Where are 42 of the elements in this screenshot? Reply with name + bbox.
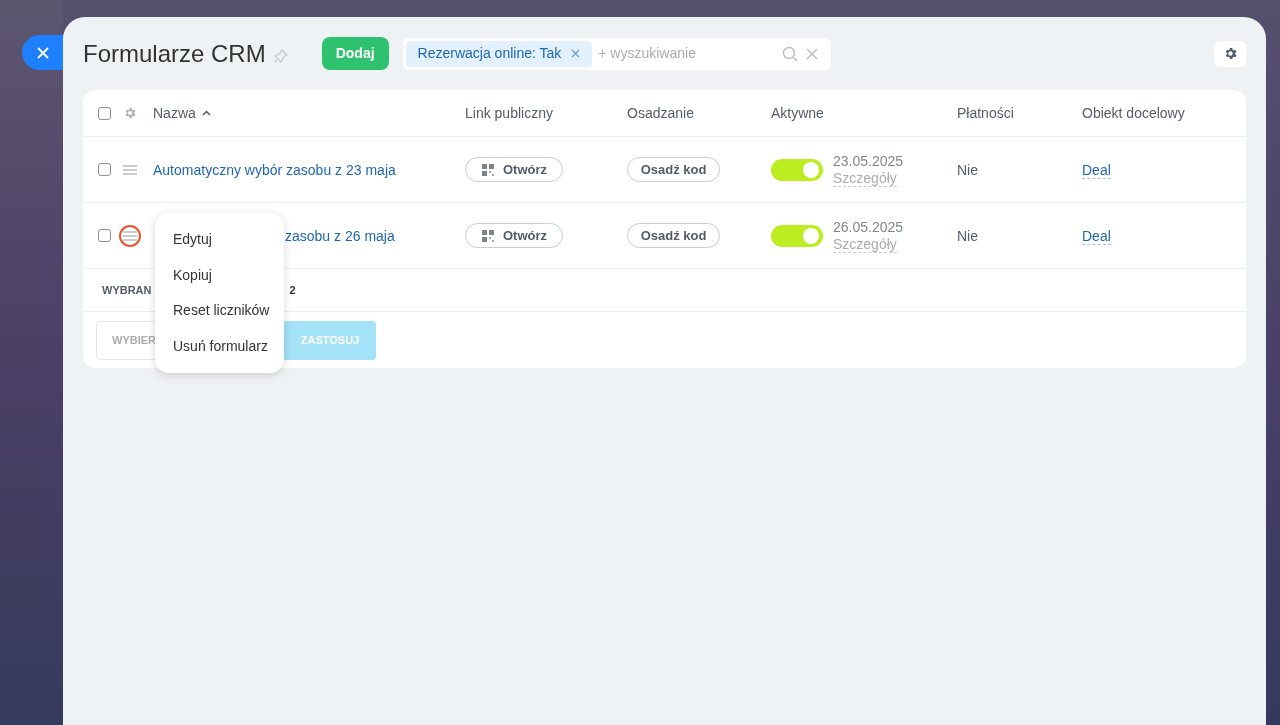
menu-icon <box>123 164 137 175</box>
checkbox[interactable] <box>98 229 111 242</box>
menu-item[interactable]: Reset liczników <box>155 293 284 329</box>
column-header[interactable]: Nazwa <box>153 102 196 124</box>
settings-icon <box>123 106 137 120</box>
column-header[interactable]: Obiekt docelowy <box>1082 105 1185 121</box>
filter-chip-label: Rezerwacja online: Tak <box>417 44 562 63</box>
date-text: 26.05.2025 <box>833 218 904 236</box>
checkbox[interactable] <box>98 163 111 176</box>
menu-item[interactable]: Kopiuj <box>155 257 284 293</box>
search-icon[interactable] <box>781 45 798 62</box>
toggle-switch[interactable] <box>771 224 823 247</box>
sort-ascending-icon[interactable] <box>201 110 211 116</box>
toggle-switch[interactable] <box>771 158 823 181</box>
column-header[interactable]: Osadzanie <box>627 105 694 121</box>
column-header[interactable]: Aktywne <box>771 105 824 121</box>
column-header[interactable]: Płatności <box>957 105 1014 121</box>
selected-count: 2 <box>289 282 296 298</box>
target-link[interactable]: Deal <box>1082 227 1111 245</box>
target-link[interactable]: Deal <box>1082 161 1111 179</box>
filter-chip[interactable]: Rezerwacja online: Tak <box>405 40 593 67</box>
date-text: 23.05.2025 <box>833 152 904 170</box>
checkbox[interactable] <box>98 106 111 120</box>
page-title: Formularze CRM <box>83 38 266 69</box>
payments-text: Nie <box>957 227 978 244</box>
menu-item[interactable]: Usuń formularz <box>155 328 284 364</box>
qr-code-icon <box>480 228 495 243</box>
menu-item[interactable]: Edytuj <box>155 222 284 258</box>
form-name-link[interactable]: Automatyczny wybór zasobu z 23 maja <box>153 161 396 178</box>
column-header[interactable]: Link publiczny <box>465 105 553 121</box>
search-field[interactable]: Rezerwacja online: Tak + wyszukiwanie <box>402 37 831 70</box>
form-name-link[interactable]: zasobu z 26 maja <box>285 227 395 244</box>
close-button[interactable] <box>22 35 64 70</box>
qr-code-icon <box>480 162 495 177</box>
clear-icon[interactable] <box>805 47 818 60</box>
settings-button[interactable] <box>1214 40 1246 67</box>
payments-text: Nie <box>957 161 978 178</box>
menu-button[interactable] <box>119 224 141 247</box>
remove-icon[interactable] <box>571 49 581 58</box>
selected-label: WYBRAN <box>102 282 152 298</box>
menu-icon <box>123 230 137 241</box>
close-icon <box>37 46 49 59</box>
